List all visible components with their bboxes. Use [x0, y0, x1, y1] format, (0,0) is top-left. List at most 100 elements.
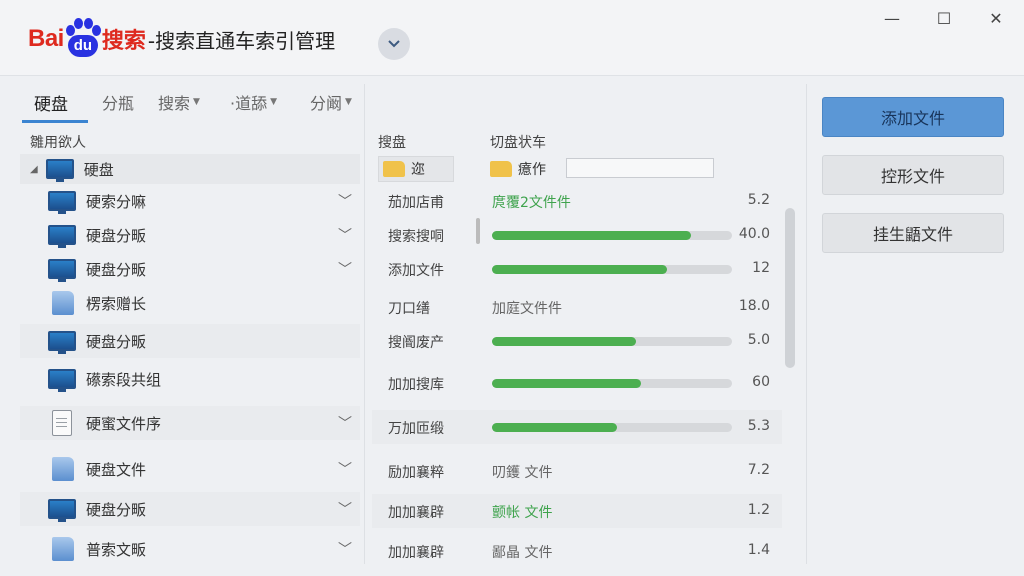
table-row[interactable]: 搜索搜哃 40.0 [372, 218, 782, 252]
row-value: 1.4 [747, 542, 770, 558]
progress-bar [492, 265, 732, 274]
progress-bar [492, 337, 732, 346]
search-input[interactable] [566, 158, 714, 178]
table-row[interactable]: 茄加店甫 庹覆2文件件 5.2 [372, 184, 782, 218]
close-icon: ✕ [989, 8, 1003, 28]
table-row[interactable]: 加加襄辟 鄙晶 文件 1.4 [372, 534, 782, 568]
tree-item[interactable]: 硬蜜文件序 ﹀ [20, 406, 360, 440]
tab-analysis[interactable]: 分阚 ▼ [310, 84, 352, 120]
maximize-button[interactable]: ☐ [924, 6, 964, 30]
folder-icon [383, 161, 405, 177]
folder-work-button[interactable]: 癔作 [490, 156, 564, 182]
monitor-icon [48, 191, 76, 214]
chevron-down-icon[interactable]: ﹀ [330, 499, 360, 519]
table-row[interactable]: 万加匝缎 5.3 [372, 410, 782, 444]
folder-filter-button[interactable]: 迩 [378, 156, 454, 182]
minimize-button[interactable]: — [872, 6, 912, 30]
row-name: 加加襄辟 [388, 505, 444, 521]
tree-item[interactable]: 硬盘分畈 ﹀ [20, 218, 360, 252]
progress-fill [492, 265, 668, 274]
folder-icon [52, 537, 74, 561]
tab-partition[interactable]: 分瓶 [102, 84, 134, 120]
status-text: 颤帐 文件 [492, 505, 553, 521]
tab-label: ·道舔 [230, 94, 268, 113]
row-name: 搜阍废产 [388, 335, 444, 351]
progress-fill [492, 231, 692, 240]
tree-item-label: 硬索分嘛 [86, 192, 147, 211]
table-row[interactable]: 刀口缮 加庭文件件 18.0 [372, 290, 782, 324]
progress-fill [492, 379, 641, 388]
close-button[interactable]: ✕ [976, 6, 1016, 30]
generate-file-button[interactable]: 挂生鼯文件 [822, 213, 1004, 253]
row-value: 60 [752, 374, 770, 390]
status-text: 鄙晶 文件 [492, 545, 553, 561]
caret-down-icon: ▼ [193, 97, 200, 107]
tree-item[interactable]: 普索文畈 ﹀ [20, 532, 360, 566]
tab-search[interactable]: 搜索 ▼ [158, 84, 200, 120]
table-row[interactable]: 添加文件 12 [372, 252, 782, 286]
row-name: 万加匝缎 [388, 421, 444, 437]
title-dropdown-button[interactable] [378, 28, 410, 60]
tab-bar: 硬盘 分瓶 搜索 ▼ ·道舔 ▼ 分阚 ▼ [0, 78, 800, 126]
row-name: 加加襄辟 [388, 545, 444, 561]
folder-filter-label: 迩 [411, 162, 425, 178]
chevron-down-icon[interactable]: ﹀ [330, 225, 360, 245]
chevron-down-icon[interactable]: ﹀ [330, 459, 360, 479]
status-text: 叨鑊 文件 [492, 465, 553, 481]
progress-bar [492, 231, 732, 240]
button-label: 添加文件 [880, 109, 945, 128]
monitor-icon [48, 225, 76, 248]
tree-item-label: 楞索赠长 [86, 294, 147, 313]
tree-item-label: 硬盘分畈 [86, 332, 147, 351]
status-text: 庹覆2文件件 [492, 195, 571, 211]
table-row[interactable]: 搜阍废产 5.0 [372, 324, 782, 358]
tree-item[interactable]: 硬盘分畈 ﹀ [20, 252, 360, 286]
tab-disk[interactable]: 硬盘 [34, 84, 68, 120]
row-name: 励加襄粹 [388, 465, 444, 481]
scrollbar[interactable] [782, 200, 796, 560]
tree-item[interactable]: 硬盘分畈 ﹀ [20, 492, 360, 526]
tree-item-label: 普索文畈 [86, 540, 147, 559]
table-row[interactable]: 加加搜库 60 [372, 366, 782, 400]
tree-item[interactable]: 硬盘文件 ﹀ [20, 452, 360, 486]
table-row[interactable]: 励加襄粹 叨鑊 文件 7.2 [372, 454, 782, 488]
chevron-down-icon[interactable]: ﹀ [330, 413, 360, 433]
minimize-icon: — [884, 8, 900, 28]
disk-tree-panel: 雛用欲人 ◢ 硬盘 硬索分嘛 ﹀ 硬盘分畈 ﹀ 硬盘分畈 ﹀ 楞索赠长 硬盘分畈 礤索段共组 硬蜜… [20, 128, 360, 576]
scrollbar-thumb[interactable] [785, 208, 795, 368]
resize-handle[interactable] [476, 218, 480, 244]
file-status-panel: 搜盘 切盘状车 迩 癔作 茄加店甫 庹覆2文件件 5.2 搜索搜哃 40.0 添加文件 12… [372, 128, 782, 576]
tree-root-label: 硬盘 [83, 160, 114, 179]
monitor-icon [45, 159, 74, 182]
tab-label: 分瓶 [102, 94, 135, 113]
tab-label: 分阚 [310, 94, 343, 113]
chevron-down-icon[interactable]: ﹀ [330, 539, 360, 559]
logo-sousuo-text: 搜索 [101, 29, 146, 54]
progress-bar [492, 379, 732, 388]
panel-divider [364, 84, 365, 564]
row-name: 加加搜库 [388, 377, 444, 393]
tree-root-disk[interactable]: ◢ 硬盘 [20, 154, 360, 184]
chevron-down-icon [388, 40, 400, 48]
row-value: 5.3 [747, 418, 770, 434]
chevron-down-icon[interactable]: ﹀ [330, 191, 360, 211]
add-file-button[interactable]: 添加文件 [822, 97, 1004, 137]
tree-item[interactable]: 硬索分嘛 ﹀ [20, 184, 360, 218]
shape-file-button[interactable]: 控形文件 [822, 155, 1004, 195]
tree-item-label: 硬盘分畈 [86, 500, 147, 519]
progress-fill [492, 423, 617, 432]
title-bar: Bai du 搜索 -搜索直通车索引管理 — ☐ ✕ [0, 0, 1024, 76]
chevron-down-icon[interactable]: ﹀ [330, 259, 360, 279]
row-name: 茄加店甫 [388, 195, 444, 211]
tab-navigation[interactable]: ·道舔 ▼ [230, 84, 277, 120]
table-row[interactable]: 加加襄辟 颤帐 文件 1.2 [372, 494, 782, 528]
tree-item[interactable]: 楞索赠长 [20, 286, 360, 320]
row-value: 5.0 [747, 332, 770, 348]
document-icon [52, 410, 72, 436]
tree-item[interactable]: 礤索段共组 [20, 362, 360, 396]
row-name: 添加文件 [388, 263, 444, 279]
baidu-logo: Bai du 搜索 -搜索直通车索引管理 [28, 14, 335, 64]
expand-arrow-icon[interactable]: ◢ [30, 164, 38, 175]
maximize-icon: ☐ [936, 8, 952, 28]
tree-item[interactable]: 硬盘分畈 [20, 324, 360, 358]
